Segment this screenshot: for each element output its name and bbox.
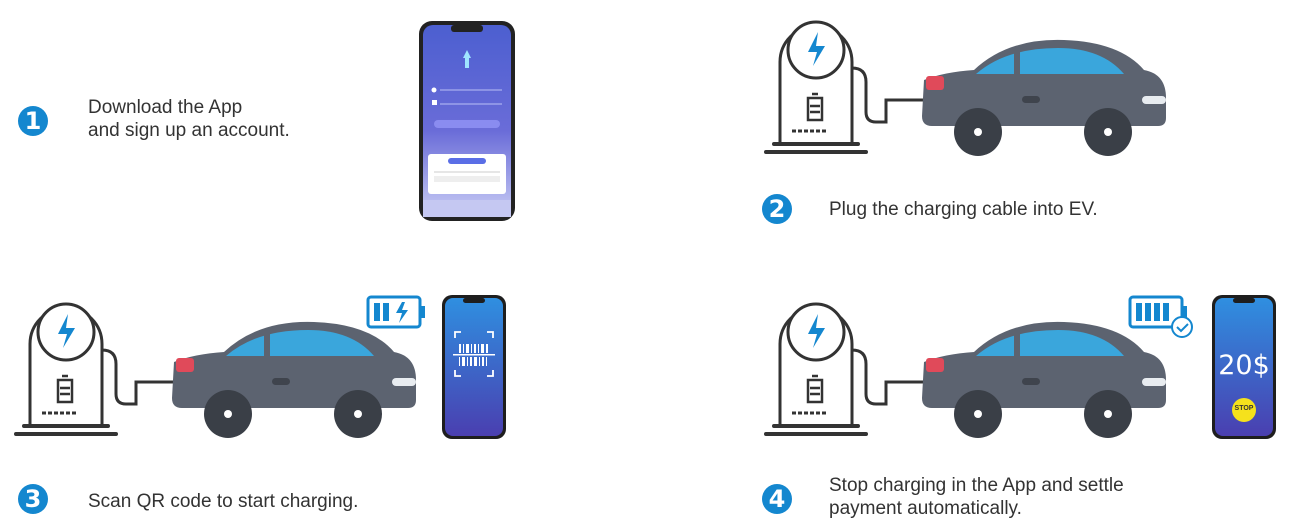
step-1-number: 1 [18, 106, 48, 136]
charger-and-car-done [764, 302, 1166, 438]
battery-charging-icon [366, 295, 425, 329]
electric-car [922, 39, 1166, 156]
charger-and-car-scan [14, 302, 416, 438]
step-3-text: Scan QR code to start charging. [88, 491, 359, 512]
step-2-text: Plug the charging cable into EV. [829, 199, 1098, 220]
payment-amount: 20$ [1218, 350, 1270, 381]
phone-payment: 20$ STOP [1211, 294, 1277, 440]
step-1-line1: Download the App [88, 97, 243, 118]
step-3-number: 3 [18, 484, 48, 514]
step-2-number: 2 [762, 194, 792, 224]
step-4-text: Stop charging in the App and settle paym… [829, 474, 1124, 520]
battery-full-check-icon [1128, 295, 1193, 338]
battery-icon [806, 92, 824, 122]
step-4-number: 4 [762, 484, 792, 514]
step-1-text: Download the App and sign up an account. [88, 96, 290, 142]
phone-scan-qr [442, 295, 506, 439]
charging-station [764, 20, 926, 154]
step-4-line1: Stop charging in the App and settle [829, 475, 1124, 496]
app-login-phone [419, 21, 515, 221]
step-1-line2: and sign up an account. [88, 120, 290, 141]
stop-button[interactable]: STOP [1232, 405, 1256, 412]
charger-and-car-plugged [764, 20, 1166, 156]
step-4-line2: payment automatically. [829, 498, 1022, 519]
